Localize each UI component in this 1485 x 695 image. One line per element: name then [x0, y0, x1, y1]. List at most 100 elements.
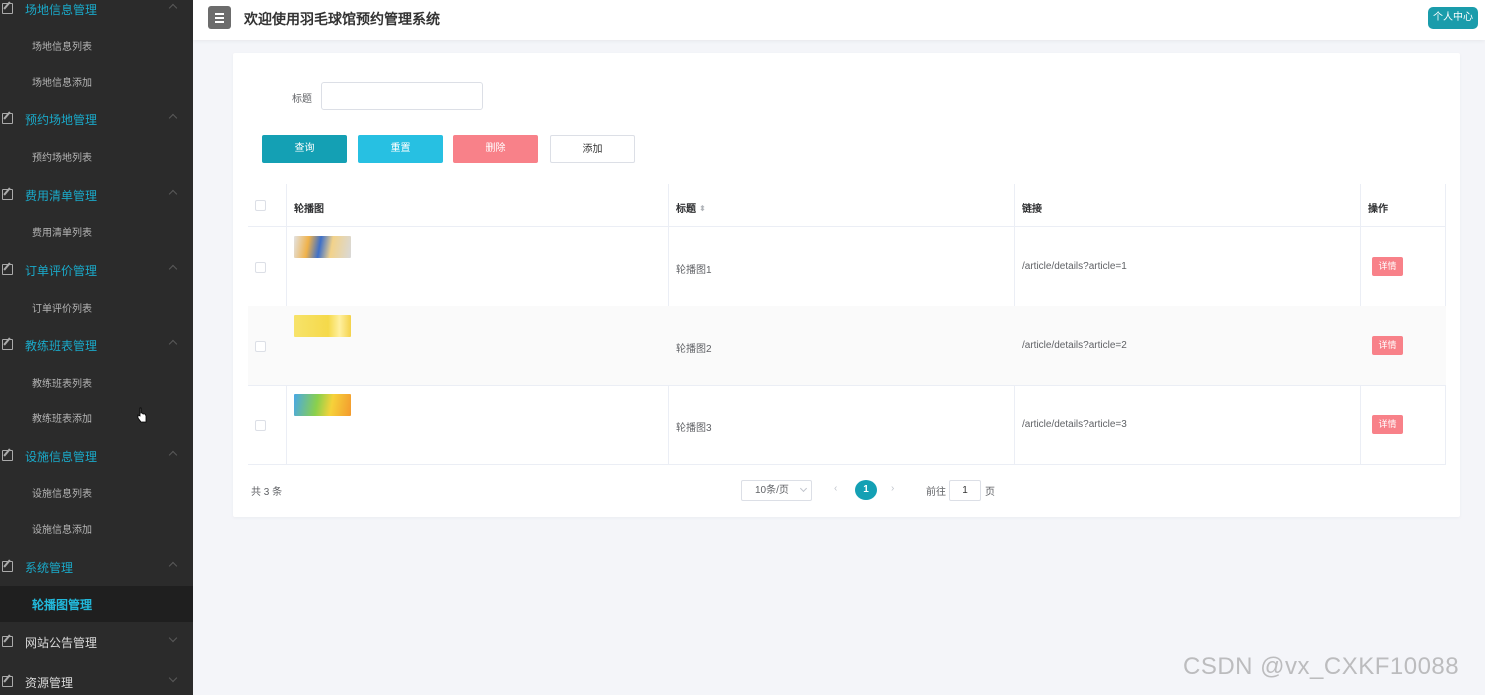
menu-item-label: 费用清单列表 [32, 228, 92, 239]
edit-icon [2, 339, 13, 350]
carousel-thumbnail [294, 394, 351, 416]
prev-page-icon[interactable]: ‹ [834, 483, 837, 494]
search-label: 标题 [292, 94, 312, 105]
reset-button[interactable]: 重置 [358, 135, 443, 163]
chevron-up-icon [168, 113, 178, 123]
page-size-select[interactable]: 10条/页 [741, 480, 812, 501]
menu-item-carousel[interactable]: 轮播图管理 [0, 586, 193, 622]
query-button[interactable]: 查询 [262, 135, 347, 163]
edit-icon [2, 264, 13, 275]
app-title: 欢迎使用羽毛球馆预约管理系统 [244, 11, 440, 27]
menu-item-booking-list[interactable]: 预约场地列表 [0, 138, 193, 174]
page-unit-label: 页 [985, 487, 995, 498]
pointer-cursor-icon [137, 407, 147, 423]
top-header: 欢迎使用羽毛球馆预约管理系统 个人中心 [193, 0, 1485, 40]
profile-button[interactable]: 个人中心 [1428, 7, 1478, 29]
detail-button[interactable]: 详情 [1372, 257, 1403, 276]
goto-label: 前往 [926, 487, 946, 498]
page-size-value: 10条/页 [755, 485, 789, 496]
menu-item-label: 预约场地列表 [32, 153, 92, 164]
edit-icon [2, 450, 13, 461]
menu-item-label: 设施信息添加 [32, 525, 92, 536]
menu-item-coach-add[interactable]: 教练班表添加 [0, 399, 193, 435]
edit-icon [2, 676, 13, 687]
current-page-button[interactable]: 1 [855, 480, 877, 500]
menu-group-label: 场地信息管理 [25, 3, 98, 17]
column-header-link: 链接 [1022, 204, 1042, 215]
menu-group-facilities[interactable]: 设施信息管理 [0, 438, 193, 474]
menu-group-coach-schedule[interactable]: 教练班表管理 [0, 327, 193, 363]
add-button[interactable]: 添加 [550, 135, 635, 163]
chevron-up-icon [168, 450, 178, 460]
row-link: /article/details?article=1 [1022, 261, 1127, 272]
menu-item-label: 场地信息添加 [32, 78, 92, 89]
content-card: 标题 查询 重置 删除 添加 轮播图 标题 ⬍ 链接 操作 轮播图1 /artic… [233, 53, 1460, 517]
chevron-down-icon [799, 484, 808, 493]
carousel-thumbnail [294, 236, 351, 258]
menu-item-label: 教练班表列表 [32, 379, 92, 390]
column-header-title[interactable]: 标题 ⬍ [676, 200, 706, 215]
edit-icon [2, 636, 13, 647]
menu-group-resources[interactable]: 资源管理 [0, 664, 193, 695]
table-row: 轮播图3 /article/details?article=3 详情 [248, 385, 1446, 465]
menu-item-facilities-list[interactable]: 设施信息列表 [0, 474, 193, 510]
menu-group-venue-info[interactable]: 场地信息管理 [0, 0, 193, 27]
menu-item-fees-list[interactable]: 费用清单列表 [0, 213, 193, 249]
detail-button[interactable]: 详情 [1372, 415, 1403, 434]
row-checkbox[interactable] [255, 341, 266, 352]
chevron-down-icon [168, 633, 178, 643]
chevron-down-icon [168, 673, 178, 683]
chevron-up-icon [168, 561, 178, 571]
menu-group-announcements[interactable]: 网站公告管理 [0, 624, 193, 660]
row-checkbox[interactable] [255, 420, 266, 431]
menu-item-facilities-add[interactable]: 设施信息添加 [0, 510, 193, 546]
menu-group-fees[interactable]: 费用清单管理 [0, 177, 193, 213]
menu-group-label: 网站公告管理 [25, 636, 98, 650]
row-link: /article/details?article=2 [1022, 340, 1127, 351]
menu-group-label: 系统管理 [25, 561, 74, 575]
title-search-input[interactable] [321, 82, 483, 110]
chevron-up-icon [168, 3, 178, 13]
menu-group-label: 教练班表管理 [25, 339, 98, 353]
delete-button[interactable]: 删除 [453, 135, 538, 163]
table-row: 轮播图1 /article/details?article=1 详情 [248, 227, 1446, 307]
row-checkbox[interactable] [255, 262, 266, 273]
table-row: 轮播图2 /article/details?article=2 详情 [248, 306, 1446, 386]
menu-group-label: 设施信息管理 [25, 450, 98, 464]
menu-group-reviews[interactable]: 订单评价管理 [0, 252, 193, 288]
edit-icon [2, 189, 13, 200]
column-header-actions: 操作 [1368, 204, 1388, 215]
table-header: 轮播图 标题 ⬍ 链接 操作 [248, 184, 1446, 227]
goto-page-input[interactable]: 1 [949, 480, 981, 501]
carousel-thumbnail [294, 315, 351, 337]
row-title: 轮播图1 [676, 265, 712, 276]
menu-item-reviews-list[interactable]: 订单评价列表 [0, 289, 193, 325]
menu-group-system[interactable]: 系统管理 [0, 549, 193, 585]
chevron-up-icon [168, 189, 178, 199]
watermark: CSDN @vx_CXKF10088 [1183, 653, 1460, 680]
detail-button[interactable]: 详情 [1372, 336, 1403, 355]
row-title: 轮播图2 [676, 344, 712, 355]
chevron-up-icon [168, 339, 178, 349]
sort-icon[interactable]: ⬍ [699, 204, 706, 213]
menu-toggle-icon[interactable] [208, 6, 231, 29]
menu-item-label: 场地信息列表 [32, 42, 92, 53]
menu-item-venue-add[interactable]: 场地信息添加 [0, 63, 193, 99]
edit-icon [2, 113, 13, 124]
edit-icon [2, 3, 13, 14]
next-page-icon[interactable]: › [891, 483, 894, 494]
edit-icon [2, 561, 13, 572]
menu-item-label: 教练班表添加 [32, 414, 92, 425]
menu-group-label: 资源管理 [25, 676, 74, 690]
select-all-checkbox[interactable] [255, 200, 266, 211]
total-count: 共 3 条 [251, 487, 283, 498]
menu-group-label: 订单评价管理 [25, 264, 98, 278]
menu-group-booking[interactable]: 预约场地管理 [0, 101, 193, 137]
row-link: /article/details?article=3 [1022, 419, 1127, 430]
menu-item-coach-list[interactable]: 教练班表列表 [0, 364, 193, 400]
chevron-up-icon [168, 264, 178, 274]
menu-item-label: 设施信息列表 [32, 489, 92, 500]
menu-item-venue-list[interactable]: 场地信息列表 [0, 27, 193, 63]
menu-item-label: 轮播图管理 [32, 598, 93, 612]
column-header-image: 轮播图 [294, 204, 324, 215]
